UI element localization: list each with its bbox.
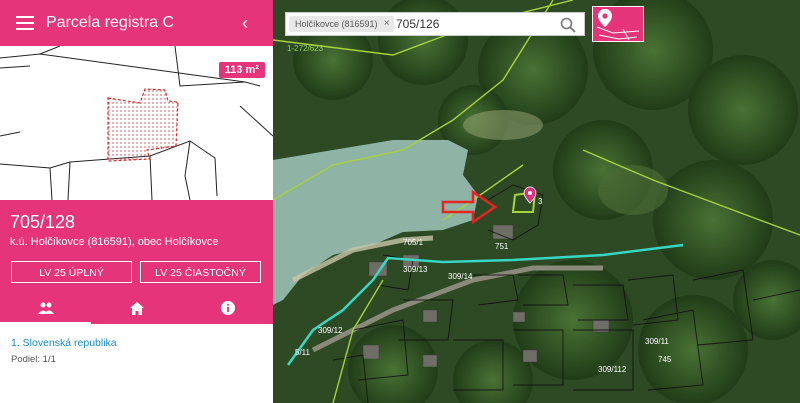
search-input[interactable] [396, 16, 556, 32]
map-canvas[interactable] [273, 0, 800, 403]
parcel-label: 309/14 [448, 272, 473, 281]
lv-partial-button[interactable]: LV 25 ČIASTOČNÝ [140, 261, 261, 283]
parcel-label: 309/11 [645, 337, 669, 346]
parcel-label: 3 [538, 197, 543, 206]
parcel-number: 705/128 [10, 212, 76, 232]
panel-header: Parcela registra C ‹ [0, 0, 273, 46]
parcel-panel: Parcela registra C ‹ 113 m² 705/128 k.ú.… [0, 0, 273, 403]
map-layers-button[interactable] [592, 6, 644, 42]
map-pin-icon [596, 9, 640, 41]
chip-label: Holčíkovce (816591) [295, 19, 378, 29]
cadastral-area-chip[interactable]: Holčíkovce (816591) × [289, 16, 394, 32]
parcel-info: 705/128 k.ú. Holčíkovce (816591), obec H… [0, 200, 273, 292]
tab-info[interactable] [182, 292, 273, 324]
tab-buildings[interactable] [91, 292, 182, 324]
search-bar: Holčíkovce (816591) × [285, 12, 585, 36]
owner-share: Podiel: 1/1 [11, 354, 56, 365]
search-icon[interactable] [560, 17, 576, 33]
parcel-location: k.ú. Holčíkovce (816591), obec Holčíkovc… [10, 236, 219, 248]
parcel-label: 745 [658, 355, 672, 364]
aerial-map[interactable]: 751 3 309/13 309/14 309/12 5/11 309/11 3… [273, 0, 800, 403]
parcel-label: 309/13 [403, 265, 428, 274]
close-icon[interactable]: × [384, 16, 390, 32]
parcel-label: 5/11 [295, 348, 310, 357]
parcel-label: 705/1 [403, 238, 424, 247]
tab-owners[interactable] [0, 292, 91, 324]
lv-full-button[interactable]: LV 25 ÚPLNÝ [11, 261, 132, 283]
info-icon [220, 301, 235, 315]
parcel-label: 309/112 [598, 365, 627, 374]
map-coordinate-label: 1-272/623 [287, 44, 324, 53]
panel-title: Parcela registra C [46, 14, 175, 31]
home-icon [129, 301, 144, 315]
parcel-label: 309/12 [318, 326, 343, 335]
parcel-preview: 113 m² [0, 45, 273, 201]
panel-tabs [0, 292, 273, 324]
menu-icon[interactable] [16, 16, 34, 30]
area-badge: 113 m² [218, 62, 265, 78]
parcel-label: 751 [495, 242, 509, 251]
owner-name[interactable]: 1. Slovenská republika [11, 337, 117, 349]
chevron-left-icon[interactable]: ‹ [242, 13, 248, 34]
people-icon [37, 302, 54, 314]
